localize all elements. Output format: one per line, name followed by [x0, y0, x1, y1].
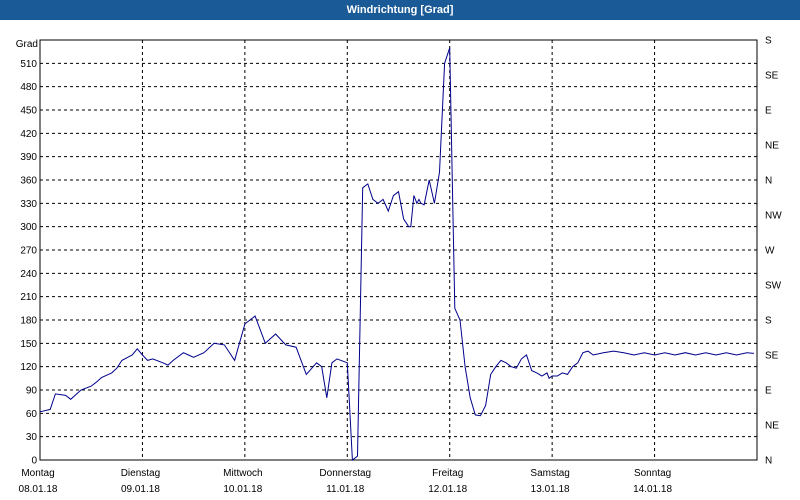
y-tick-label: 330	[20, 199, 37, 210]
compass-tick-label: E	[765, 106, 772, 117]
x-tick-day-label: Samstag	[530, 468, 569, 479]
y-tick-label: 90	[26, 386, 38, 397]
x-tick-date-label: 09.01.18	[121, 484, 160, 495]
y-tick-label: 30	[26, 432, 38, 443]
compass-tick-label: SW	[765, 281, 782, 292]
compass-tick-label: S	[765, 316, 772, 327]
compass-tick-label: SE	[765, 71, 779, 82]
y-tick-label: 150	[20, 339, 37, 350]
y-tick-label: 0	[31, 456, 37, 467]
compass-tick-label: SE	[765, 351, 779, 362]
y-axis-label: Grad	[16, 39, 38, 50]
y-tick-label: 390	[20, 152, 37, 163]
y-tick-labels: 0 30 60 90 120 150 180 210 240 270 300 330 360 390 420…	[20, 59, 37, 467]
x-tick-day-label: Freitag	[432, 468, 463, 479]
y-tick-label: 60	[26, 409, 38, 420]
x-tick-labels: Montag 08.01.18 Dienstag 09.01.18 Mittwoch 10…	[19, 468, 673, 495]
compass-tick-labels: N NE E SE S SW W NW N NE E SE S	[765, 36, 782, 467]
y-tick-label: 450	[20, 106, 37, 117]
y-tick-label: 480	[20, 82, 37, 93]
grid-lines	[40, 40, 757, 460]
compass-tick-label: N	[765, 456, 772, 467]
x-tick-date-label: 13.01.18	[531, 484, 570, 495]
x-tick-day-label: Dienstag	[121, 468, 160, 479]
compass-tick-label: N	[765, 176, 772, 187]
y-tick-label: 210	[20, 292, 37, 303]
x-tick-day-label: Montag	[21, 468, 54, 479]
x-tick-day-label: Donnerstag	[319, 468, 371, 479]
y-tick-label: 420	[20, 129, 37, 140]
y-tick-label: 510	[20, 59, 37, 70]
y-tick-label: 120	[20, 362, 37, 373]
y-tick-label: 180	[20, 316, 37, 327]
x-tick-day-label: Mittwoch	[223, 468, 262, 479]
compass-tick-label: S	[765, 36, 772, 47]
x-tick-date-label: 12.01.18	[428, 484, 467, 495]
x-tick-date-label: 14.01.18	[633, 484, 672, 495]
compass-tick-label: NE	[765, 141, 779, 152]
plot-frame	[39, 39, 758, 461]
x-tick-date-label: 08.01.18	[19, 484, 58, 495]
compass-tick-label: NE	[765, 421, 779, 432]
y-tick-label: 270	[20, 246, 37, 257]
y-tick-label: 300	[20, 222, 37, 233]
compass-tick-label: NW	[765, 211, 782, 222]
x-tick-date-label: 10.01.18	[223, 484, 262, 495]
compass-tick-label: W	[765, 246, 775, 257]
x-tick-day-label: Sonntag	[634, 468, 671, 479]
x-tick-date-label: 11.01.18	[326, 484, 365, 495]
chart-title: Windrichtung [Grad]	[0, 0, 800, 20]
y-tick-label: 360	[20, 176, 37, 187]
wind-direction-chart: Grad 0 30 60 90 120 150 180 210 240 270 300 330 360 3…	[16, 36, 782, 496]
compass-tick-label: E	[765, 386, 772, 397]
y-tick-label: 240	[20, 269, 37, 280]
